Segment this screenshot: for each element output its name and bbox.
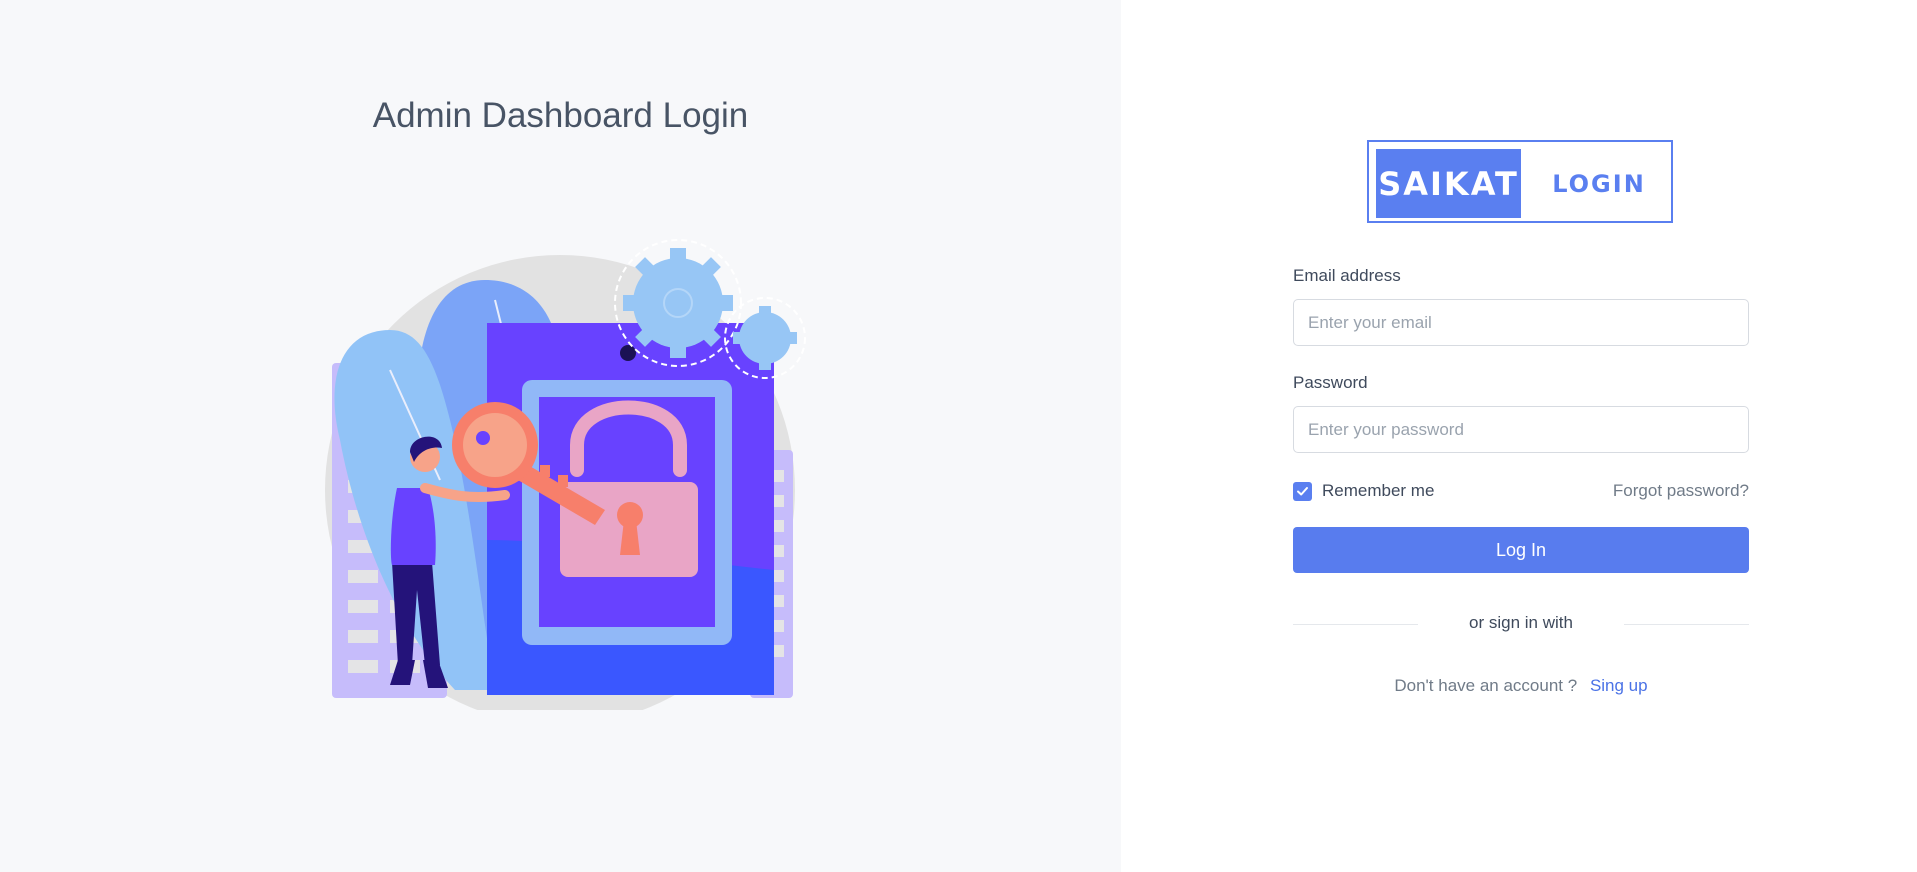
remember-me[interactable]: Remember me — [1293, 481, 1434, 501]
check-icon — [1297, 486, 1308, 495]
remember-checkbox[interactable] — [1293, 481, 1312, 501]
email-label: Email address — [1293, 266, 1401, 285]
gear-small — [724, 297, 806, 379]
remember-label: Remember me — [1322, 481, 1435, 500]
door-hole — [620, 345, 636, 361]
login-illustration — [325, 239, 806, 710]
login-button[interactable]: Log In — [1293, 527, 1749, 573]
divider-right — [1624, 624, 1749, 625]
signup-link[interactable]: Sing up — [1590, 676, 1648, 695]
signup-row: Don't have an account ? Sing up — [1293, 676, 1749, 696]
email-input[interactable] — [1293, 299, 1749, 346]
divider-text: or sign in with — [1469, 613, 1573, 632]
password-label: Password — [1293, 373, 1368, 392]
left-panel: Admin Dashboard Login — [0, 0, 1121, 872]
logo-left-text: SAIKAT — [1376, 149, 1521, 218]
brand-logo: SAIKAT LOGIN — [1367, 140, 1673, 223]
signup-question: Don't have an account ? — [1394, 676, 1578, 695]
forgot-password-link[interactable]: Forgot password? — [1560, 481, 1749, 501]
logo-right-text: LOGIN — [1552, 169, 1646, 198]
password-input[interactable] — [1293, 406, 1749, 453]
page-title: Admin Dashboard Login — [372, 96, 749, 135]
divider-left — [1293, 624, 1418, 625]
